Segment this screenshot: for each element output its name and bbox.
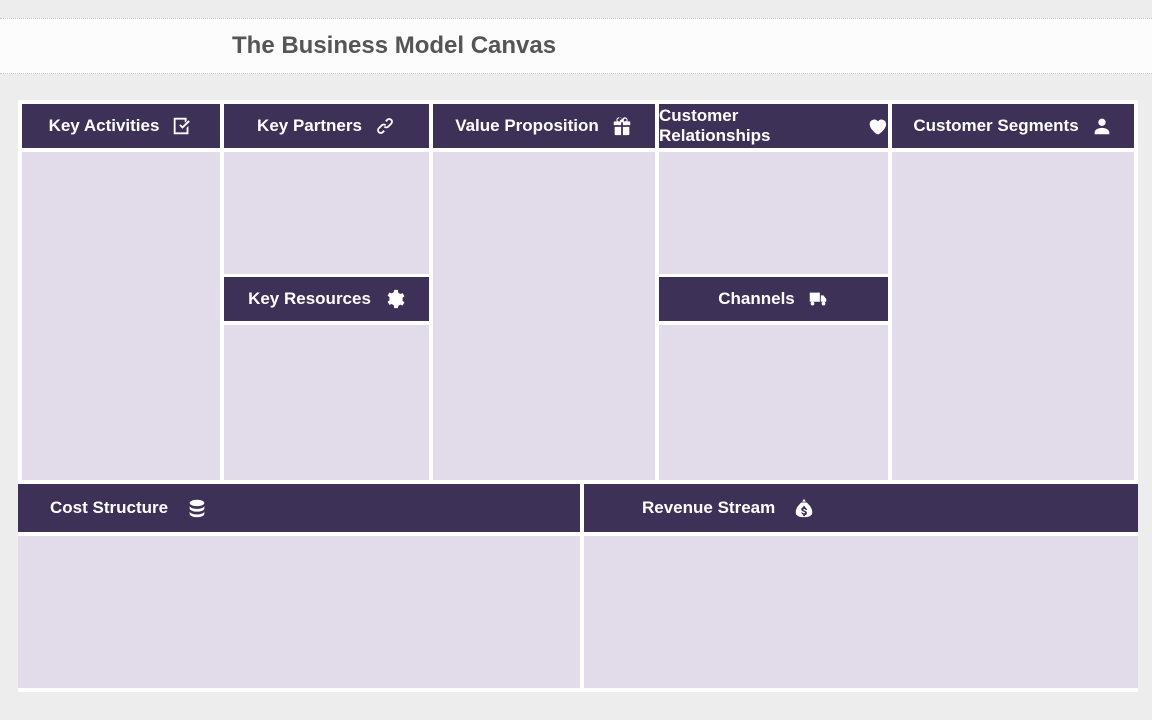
label-customer-relationships: Customer Relationships — [659, 106, 854, 146]
label-key-partners: Key Partners — [257, 116, 362, 136]
header-customer-segments: Customer Segments — [892, 104, 1134, 148]
body-revenue-stream[interactable] — [584, 536, 1138, 688]
top-strip — [0, 0, 1152, 18]
body-channels[interactable] — [659, 325, 888, 480]
label-key-resources: Key Resources — [248, 289, 371, 309]
label-value-proposition: Value Proposition — [455, 116, 599, 136]
header-customer-relationships: Customer Relationships — [659, 104, 888, 148]
truck-icon — [807, 288, 829, 310]
title-bar: The Business Model Canvas — [0, 18, 1152, 74]
body-key-partners[interactable] — [224, 152, 429, 274]
label-revenue-stream: Revenue Stream — [642, 498, 775, 518]
gift-icon — [611, 115, 633, 137]
body-value-proposition[interactable] — [433, 152, 655, 480]
body-key-resources[interactable] — [224, 325, 429, 480]
label-channels: Channels — [718, 289, 795, 309]
header-value-proposition: Value Proposition — [433, 104, 655, 148]
label-customer-segments: Customer Segments — [913, 116, 1078, 136]
moneybag-icon — [793, 497, 815, 519]
label-key-activities: Key Activities — [49, 116, 160, 136]
coins-icon — [186, 497, 208, 519]
header-key-partners: Key Partners — [224, 104, 429, 148]
body-customer-relationships[interactable] — [659, 152, 888, 274]
header-cost-structure: Cost Structure — [18, 484, 580, 532]
label-cost-structure: Cost Structure — [50, 498, 168, 518]
link-icon — [374, 115, 396, 137]
body-cost-structure[interactable] — [18, 536, 580, 688]
header-key-activities: Key Activities — [22, 104, 220, 148]
checkbox-icon — [171, 115, 193, 137]
header-channels: Channels — [659, 277, 888, 321]
header-revenue-stream: Revenue Stream — [584, 484, 1138, 532]
header-key-resources: Key Resources — [224, 277, 429, 321]
body-key-activities[interactable] — [22, 152, 220, 480]
gear-icon — [383, 288, 405, 310]
canvas: Key Activities Key Partners Key Resource… — [18, 100, 1138, 692]
person-icon — [1091, 115, 1113, 137]
heart-icon — [866, 115, 888, 137]
page-title: The Business Model Canvas — [232, 32, 556, 60]
body-customer-segments[interactable] — [892, 152, 1134, 480]
